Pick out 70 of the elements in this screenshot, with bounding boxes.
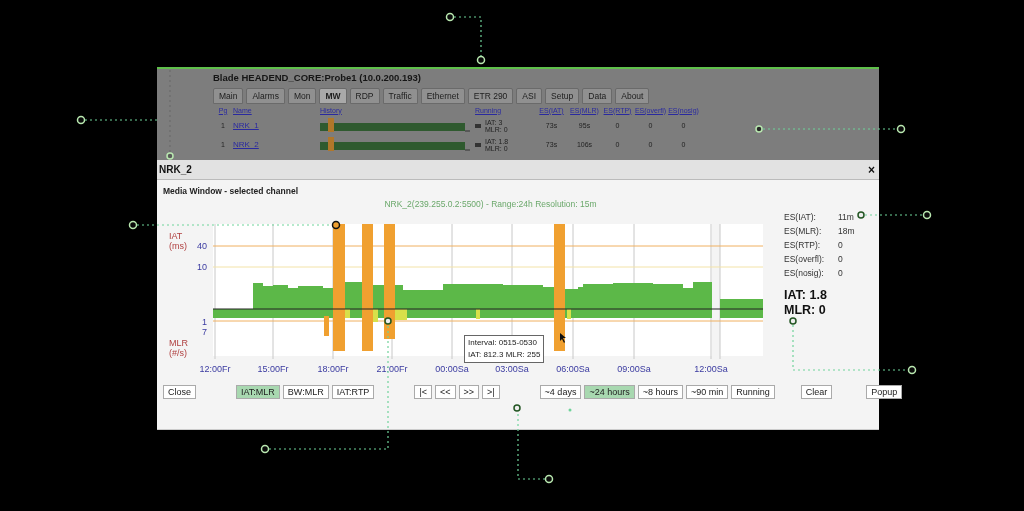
toolbar-button[interactable]: Close — [163, 385, 196, 399]
marker-dot — [568, 408, 572, 412]
window-title: Blade HEADEND_CORE:Probe1 (10.0.200.193) — [213, 72, 423, 83]
x-tick-label: 09:00Sa — [617, 364, 651, 374]
stat-label: ES(MLR): — [784, 226, 823, 238]
x-tick-label: 21:00Fr — [376, 364, 408, 374]
stat-label: ES(RTP): — [784, 240, 822, 252]
status-icon — [475, 142, 481, 147]
toolbar-button[interactable]: ~8 hours — [637, 385, 683, 399]
x-tick-label: 18:00Fr — [317, 364, 349, 374]
tab[interactable]: MW — [319, 88, 347, 104]
tab[interactable]: ETR 290 — [467, 88, 514, 104]
callout-leader-line — [445, 12, 486, 65]
toolbar-button[interactable]: Clear — [800, 385, 833, 399]
tab[interactable]: Mon — [287, 88, 317, 104]
y-tick-label: 40 — [197, 241, 207, 251]
stat-value: 11m — [838, 212, 854, 224]
stat-value: 0 — [838, 268, 843, 280]
tab[interactable]: Setup — [545, 88, 580, 104]
dialog-title: NRK_2 — [159, 164, 192, 175]
tab[interactable]: ASI — [516, 88, 543, 104]
tab[interactable]: Data — [582, 88, 613, 104]
toolbar-button[interactable]: Running — [731, 385, 775, 399]
stat-value: 0 — [838, 254, 843, 266]
status-icon — [475, 123, 481, 128]
chart-title: NRK_2(239.255.0.2:5500) - Range:24h Resolution: 15m — [383, 199, 598, 209]
x-tick-label: 15:00Fr — [257, 364, 289, 374]
stat-value: 18m — [838, 226, 855, 238]
cursor-icon — [560, 333, 567, 343]
x-tick-label: 12:00Fr — [199, 364, 231, 374]
tab[interactable]: Ethernet — [420, 88, 465, 104]
toolbar-button[interactable]: Popup — [866, 385, 903, 399]
toolbar-button[interactable]: IAT:MLR — [236, 385, 280, 399]
toolbar-button[interactable]: << — [435, 385, 456, 399]
toolbar-button[interactable]: >| — [482, 385, 500, 399]
stat-value: 0 — [838, 240, 843, 252]
axis-title: (ms) — [169, 241, 187, 251]
tab[interactable]: RDP — [349, 88, 380, 104]
summary-value: MLR: 0 — [784, 303, 827, 318]
tab[interactable]: About — [615, 88, 650, 104]
y-tick-label: 1 — [202, 317, 207, 327]
toolbar-button[interactable]: ~4 days — [539, 385, 582, 399]
stat-label: ES(IAT): — [784, 212, 817, 224]
tab[interactable]: Traffic — [382, 88, 418, 104]
stat-label: ES(overfl): — [784, 254, 826, 266]
tab[interactable]: Main — [213, 88, 244, 104]
summary-value: IAT: 1.8 — [784, 288, 828, 303]
toolbar-button[interactable]: BW:MLR — [282, 385, 329, 399]
toolbar-button[interactable]: ~90 min — [685, 385, 729, 399]
toolbar-button[interactable]: ~24 hours — [584, 385, 635, 399]
axis-title: IAT — [169, 231, 183, 241]
mlr-spike-bar — [324, 316, 329, 336]
x-tick-label: 00:00Sa — [435, 364, 469, 374]
toolbar-button[interactable]: IAT:RTP — [331, 385, 375, 399]
toolbar-button[interactable]: |< — [414, 385, 432, 399]
toolbar-button[interactable]: >> — [458, 385, 479, 399]
x-tick-label: 12:00Sa — [694, 364, 728, 374]
axis-title: (#/s) — [169, 348, 187, 358]
chart-tooltip: Interval: 0515-0530 IAT: 812.3 MLR: 255 — [464, 335, 545, 363]
axis-title: MLR — [169, 338, 188, 348]
channel-link[interactable]: NRK_1 — [233, 121, 320, 130]
y-tick-label: 7 — [202, 327, 207, 337]
x-tick-label: 06:00Sa — [556, 364, 590, 374]
section-heading: Media Window - selected channel — [163, 186, 299, 196]
channel-link[interactable]: NRK_2 — [233, 140, 320, 149]
stat-label: ES(nosig): — [784, 268, 825, 280]
x-tick-label: 03:00Sa — [495, 364, 529, 374]
tab[interactable]: Alarms — [246, 88, 285, 104]
y-tick-label: 10 — [197, 262, 207, 272]
close-button[interactable]: × — [868, 162, 875, 177]
